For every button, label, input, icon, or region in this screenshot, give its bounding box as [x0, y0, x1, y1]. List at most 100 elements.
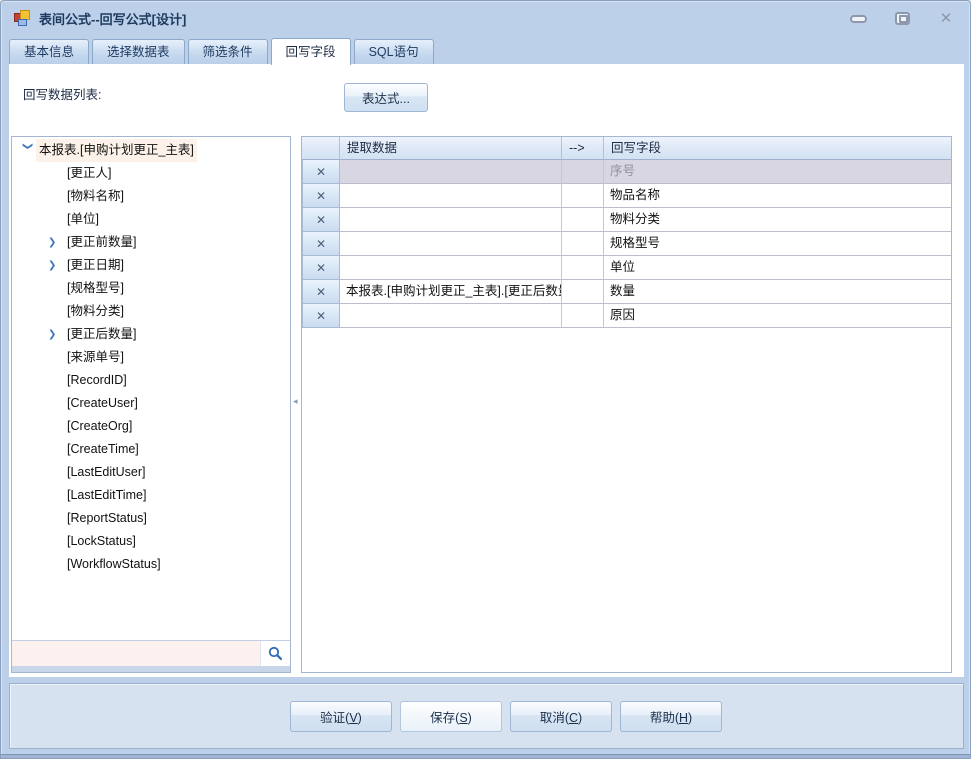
- extract-data-cell[interactable]: [340, 208, 562, 232]
- tree-item[interactable]: [更正日期]: [12, 254, 290, 277]
- writeback-field-cell[interactable]: 物料分类: [604, 208, 951, 232]
- chevron-right-icon[interactable]: [48, 231, 60, 254]
- arrow-cell[interactable]: [562, 304, 604, 328]
- tab-bar: 基本信息选择数据表筛选条件回写字段SQL语句: [9, 38, 962, 65]
- delete-row-button[interactable]: ✕: [302, 184, 340, 208]
- arrow-cell[interactable]: [562, 160, 604, 184]
- extract-data-cell[interactable]: 本报表.[申购计划更正_主表].[更正后数量]: [340, 280, 562, 304]
- arrow-cell[interactable]: [562, 184, 604, 208]
- writeback-field-cell[interactable]: 数量: [604, 280, 951, 304]
- tab-1[interactable]: 基本信息: [9, 39, 89, 65]
- grid-row[interactable]: ✕ 序号: [302, 160, 951, 184]
- tab-4[interactable]: 回写字段: [271, 38, 351, 65]
- tree-item[interactable]: [更正后数量]: [12, 323, 290, 346]
- expression-button[interactable]: 表达式...: [344, 83, 428, 112]
- grid-row[interactable]: ✕ 物料分类: [302, 208, 951, 232]
- grid-row[interactable]: ✕ 原因: [302, 304, 951, 328]
- tree-item[interactable]: 本报表.[申购计划更正_主表]: [12, 139, 290, 162]
- tree-item-label: [WorkflowStatus]: [64, 553, 164, 576]
- form-designer-icon: [14, 9, 32, 27]
- tree-item[interactable]: [物料分类]: [12, 300, 290, 323]
- tree-item[interactable]: [CreateUser]: [12, 392, 290, 415]
- tree-item[interactable]: [CreateOrg]: [12, 415, 290, 438]
- tree-item-label: [规格型号]: [64, 277, 127, 300]
- tree-item[interactable]: [更正前数量]: [12, 231, 290, 254]
- delete-row-button[interactable]: ✕: [302, 304, 340, 328]
- tree-item[interactable]: [WorkflowStatus]: [12, 553, 290, 576]
- extract-data-cell[interactable]: [340, 304, 562, 328]
- tree-item[interactable]: [更正人]: [12, 162, 290, 185]
- tree-item-label: [LockStatus]: [64, 530, 139, 553]
- panel-bottom-strip: [12, 666, 290, 672]
- chevron-right-icon[interactable]: [48, 323, 60, 346]
- tree-item-label: [CreateUser]: [64, 392, 141, 415]
- extract-data-cell[interactable]: [340, 184, 562, 208]
- delete-row-button[interactable]: ✕: [302, 256, 340, 280]
- delete-x-icon: ✕: [316, 190, 326, 202]
- delete-row-button[interactable]: ✕: [302, 232, 340, 256]
- chevron-right-icon[interactable]: [48, 254, 60, 277]
- tree-search-row: [12, 640, 290, 666]
- tab-2[interactable]: 选择数据表: [92, 39, 185, 65]
- tree-item[interactable]: [来源单号]: [12, 346, 290, 369]
- footer-button-v[interactable]: 验证(V): [290, 701, 392, 732]
- arrow-cell[interactable]: [562, 208, 604, 232]
- writeback-field-cell[interactable]: 序号: [604, 160, 951, 184]
- writeback-field-cell[interactable]: 物品名称: [604, 184, 951, 208]
- tree-item[interactable]: [单位]: [12, 208, 290, 231]
- search-button[interactable]: [260, 641, 290, 666]
- footer-button-c[interactable]: 取消(C): [510, 701, 612, 732]
- minimize-icon[interactable]: [848, 11, 868, 26]
- delete-row-button[interactable]: ✕: [302, 280, 340, 304]
- field-tree-panel: 本报表.[申购计划更正_主表][更正人][物料名称][单位][更正前数量][更正…: [11, 136, 291, 673]
- extract-data-cell[interactable]: [340, 232, 562, 256]
- grid-row[interactable]: ✕ 本报表.[申购计划更正_主表].[更正后数量] 数量: [302, 280, 951, 304]
- tree-item-label: [LastEditTime]: [64, 484, 149, 507]
- collapse-left-icon[interactable]: ◂: [293, 396, 298, 407]
- delete-x-icon: ✕: [316, 238, 326, 250]
- search-icon: [268, 646, 283, 661]
- grid-row[interactable]: ✕ 物品名称: [302, 184, 951, 208]
- tree-item[interactable]: [LockStatus]: [12, 530, 290, 553]
- arrow-cell[interactable]: [562, 280, 604, 304]
- tree-item-label: [更正日期]: [64, 254, 127, 277]
- tree-item-label: [更正人]: [64, 162, 114, 185]
- tree-item-label: [LastEditUser]: [64, 461, 149, 484]
- arrow-cell[interactable]: [562, 256, 604, 280]
- footer-button-h[interactable]: 帮助(H): [620, 701, 722, 732]
- tree-item[interactable]: [规格型号]: [12, 277, 290, 300]
- delete-x-icon: ✕: [316, 310, 326, 322]
- delete-x-icon: ✕: [316, 286, 326, 298]
- tree-item[interactable]: [CreateTime]: [12, 438, 290, 461]
- tree-item[interactable]: [物料名称]: [12, 185, 290, 208]
- close-icon[interactable]: ✕: [936, 11, 956, 26]
- grid-row[interactable]: ✕ 单位: [302, 256, 951, 280]
- tree-item[interactable]: [LastEditUser]: [12, 461, 290, 484]
- delete-x-icon: ✕: [316, 262, 326, 274]
- tree-item-label: [CreateOrg]: [64, 415, 135, 438]
- grid-header-cell: 回写字段: [604, 137, 951, 160]
- search-input[interactable]: [12, 641, 260, 666]
- tree-item[interactable]: [RecordID]: [12, 369, 290, 392]
- maximize-icon[interactable]: [892, 11, 912, 26]
- tab-5[interactable]: SQL语句: [354, 39, 434, 65]
- writeback-field-cell[interactable]: 原因: [604, 304, 951, 328]
- delete-row-button[interactable]: ✕: [302, 160, 340, 184]
- arrow-cell[interactable]: [562, 232, 604, 256]
- grid-row[interactable]: ✕ 规格型号: [302, 232, 951, 256]
- title-bar[interactable]: 表间公式--回写公式[设计] ✕: [1, 1, 970, 35]
- extract-data-cell[interactable]: [340, 160, 562, 184]
- extract-data-cell[interactable]: [340, 256, 562, 280]
- tree-item[interactable]: [ReportStatus]: [12, 507, 290, 530]
- grid-body: ✕ 序号 ✕ 物品名称 ✕ 物料分类 ✕ 规格型号 ✕ 单位 ✕ 本报表.[申购计划更正_主表].[更…: [302, 160, 951, 328]
- delete-row-button[interactable]: ✕: [302, 208, 340, 232]
- dialog-window: 表间公式--回写公式[设计] ✕ 基本信息选择数据表筛选条件回写字段SQL语句 …: [0, 0, 971, 759]
- writeback-field-cell[interactable]: 单位: [604, 256, 951, 280]
- tab-3[interactable]: 筛选条件: [188, 39, 268, 65]
- tree-item-label: [单位]: [64, 208, 102, 231]
- writeback-field-cell[interactable]: 规格型号: [604, 232, 951, 256]
- tree-item[interactable]: [LastEditTime]: [12, 484, 290, 507]
- grid-header-cell: -->: [562, 137, 604, 160]
- tree-item-label: [来源单号]: [64, 346, 127, 369]
- footer-button-s[interactable]: 保存(S): [400, 701, 502, 732]
